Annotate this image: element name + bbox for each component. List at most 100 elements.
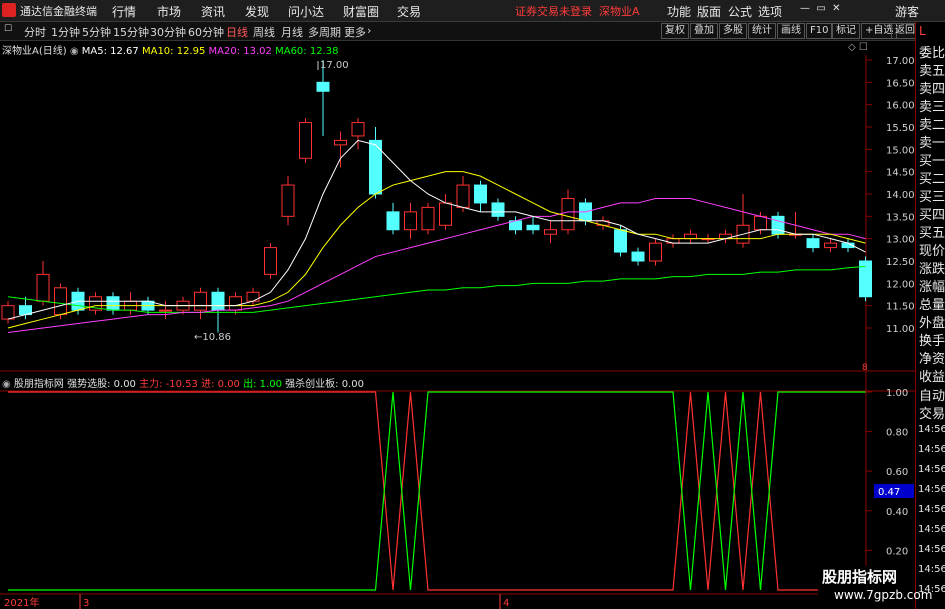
price-tick-label: 16.00 bbox=[886, 101, 915, 112]
candle-body bbox=[474, 184, 487, 204]
candle-body bbox=[229, 296, 242, 311]
quote-label: 卖一 bbox=[919, 136, 945, 151]
candle-body bbox=[421, 206, 435, 231]
time-entry: 14:56 bbox=[918, 504, 945, 515]
quote-label: 卖二 bbox=[919, 118, 945, 133]
price-tick-label: 12.00 bbox=[886, 279, 915, 290]
candle-body bbox=[106, 296, 120, 311]
xaxis-year: 2021年 bbox=[4, 596, 39, 609]
quote-label: 买三 bbox=[919, 190, 945, 205]
price-tick-label: 12.50 bbox=[886, 257, 915, 268]
candle-body bbox=[561, 197, 575, 231]
candle-body bbox=[631, 251, 645, 262]
quote-label: 总量 bbox=[919, 298, 945, 313]
sub-tick-label: 0.20 bbox=[886, 546, 908, 557]
time-entry: 14:56 bbox=[918, 484, 945, 495]
time-entry: 14:56 bbox=[918, 564, 945, 575]
sub-tick-label: 0.40 bbox=[886, 507, 908, 518]
candle-body bbox=[334, 139, 347, 146]
candle-body bbox=[649, 242, 662, 262]
quote-label: 卖五 bbox=[919, 64, 945, 79]
candle-body bbox=[544, 229, 557, 235]
ma20-line bbox=[7, 197, 866, 333]
sub-grid: 1.00 0.80 0.60 0.40 0.20 bbox=[866, 388, 908, 557]
quote-label: 涨幅 bbox=[919, 280, 945, 295]
xaxis-month-4: 4 bbox=[503, 598, 509, 609]
xaxis-month-3: 3 bbox=[83, 598, 89, 609]
candle-body bbox=[386, 211, 400, 231]
watermark-title: 股朋指标网 bbox=[822, 568, 898, 586]
candle-body bbox=[264, 247, 277, 275]
price-tick-label: 16.50 bbox=[886, 78, 915, 89]
watermark-url: www.7gpzb.com bbox=[834, 588, 933, 602]
candle-body bbox=[36, 273, 50, 302]
candle-body bbox=[316, 81, 330, 92]
price-tick-label: 11.50 bbox=[886, 302, 915, 313]
kline-chart[interactable]: 17.00 16.50 16.00 15.50 15.00 14.50 14.00 13.50… bbox=[0, 0, 915, 609]
quote-label: 委比 bbox=[919, 46, 945, 61]
quote-label: 买五 bbox=[919, 226, 945, 241]
price-tick-label: 14.50 bbox=[886, 168, 915, 179]
sub-red-line bbox=[8, 391, 866, 591]
candle-body bbox=[684, 233, 697, 240]
quote-label: 买一 bbox=[919, 154, 945, 169]
time-entry: 14:56 bbox=[918, 464, 945, 475]
price-tick-label: 15.00 bbox=[886, 145, 915, 156]
auto-label[interactable]: 自动 bbox=[919, 385, 945, 404]
time-entry: 14:56 bbox=[918, 424, 945, 435]
candle-body bbox=[824, 242, 837, 249]
low-label: ←10.86 bbox=[194, 332, 231, 343]
watermark-logo: 股朋指标网 www.7gpzb.com bbox=[818, 566, 932, 606]
candle-body bbox=[211, 291, 225, 311]
candle-body bbox=[1, 305, 15, 320]
price-tick-label: 15.50 bbox=[886, 123, 915, 134]
price-tick-label: 13.00 bbox=[886, 235, 915, 246]
sub-indicator-lines bbox=[8, 391, 866, 591]
price-marker: 8 bbox=[862, 363, 868, 373]
quote-label: 卖三 bbox=[919, 100, 945, 115]
panel-top-letter: L bbox=[919, 24, 926, 38]
sub-green-line bbox=[8, 391, 866, 591]
candle-body bbox=[614, 229, 627, 253]
candle-body bbox=[439, 202, 452, 226]
candle-body bbox=[491, 202, 505, 217]
candle-body bbox=[404, 211, 417, 231]
sub-tick-label: 0.80 bbox=[886, 428, 908, 439]
quote-label: 买四 bbox=[919, 208, 945, 223]
quote-label: 买二 bbox=[919, 172, 945, 187]
price-tick-label: 17.00 bbox=[886, 56, 915, 67]
time-entry: 14:56 bbox=[918, 544, 945, 555]
quote-label: 净资 bbox=[919, 352, 945, 367]
candle-body bbox=[281, 184, 295, 217]
sub-tick-label: 1.00 bbox=[886, 388, 908, 399]
candle-body bbox=[771, 215, 785, 235]
time-entry: 14:56 bbox=[918, 444, 945, 455]
quote-label: 现价 bbox=[919, 244, 945, 259]
sub-tick-label: 0.60 bbox=[886, 467, 908, 478]
candle-body bbox=[526, 224, 540, 231]
candle-body bbox=[456, 184, 470, 208]
quote-label: 收益 bbox=[919, 370, 945, 385]
price-tick-label: 14.00 bbox=[886, 190, 915, 201]
trade-label[interactable]: 交易 bbox=[919, 403, 945, 422]
price-grid: 17.00 16.50 16.00 15.50 15.00 14.50 14.00 13.50… bbox=[866, 56, 915, 335]
candles bbox=[1, 60, 872, 333]
candle-body bbox=[369, 139, 382, 195]
candle-body bbox=[351, 122, 365, 137]
quote-label: 卖四 bbox=[919, 82, 945, 97]
candle-body bbox=[806, 238, 820, 249]
candle-body bbox=[246, 291, 260, 302]
candle-body bbox=[54, 287, 67, 316]
time-entry: 14:56 bbox=[918, 524, 945, 535]
quote-label: 外盘 bbox=[919, 316, 945, 331]
price-tick-label: 13.50 bbox=[886, 212, 915, 223]
quote-label: 换手 bbox=[919, 334, 945, 349]
high-label: 17.00 bbox=[320, 60, 349, 71]
candle-body bbox=[754, 215, 767, 231]
candle-body bbox=[159, 309, 172, 312]
price-tick-label: 11.00 bbox=[886, 324, 915, 335]
sub-value-label: 0.47 bbox=[878, 487, 900, 498]
quote-panel: L 委比 卖五 卖四 卖三 卖二 卖一 买一 买二 买三 买四 买五 现价 涨跌 涨幅 总量 外盘 换手 净资 收益… bbox=[915, 22, 945, 609]
candle-body bbox=[194, 291, 207, 311]
candle-body bbox=[299, 122, 312, 159]
